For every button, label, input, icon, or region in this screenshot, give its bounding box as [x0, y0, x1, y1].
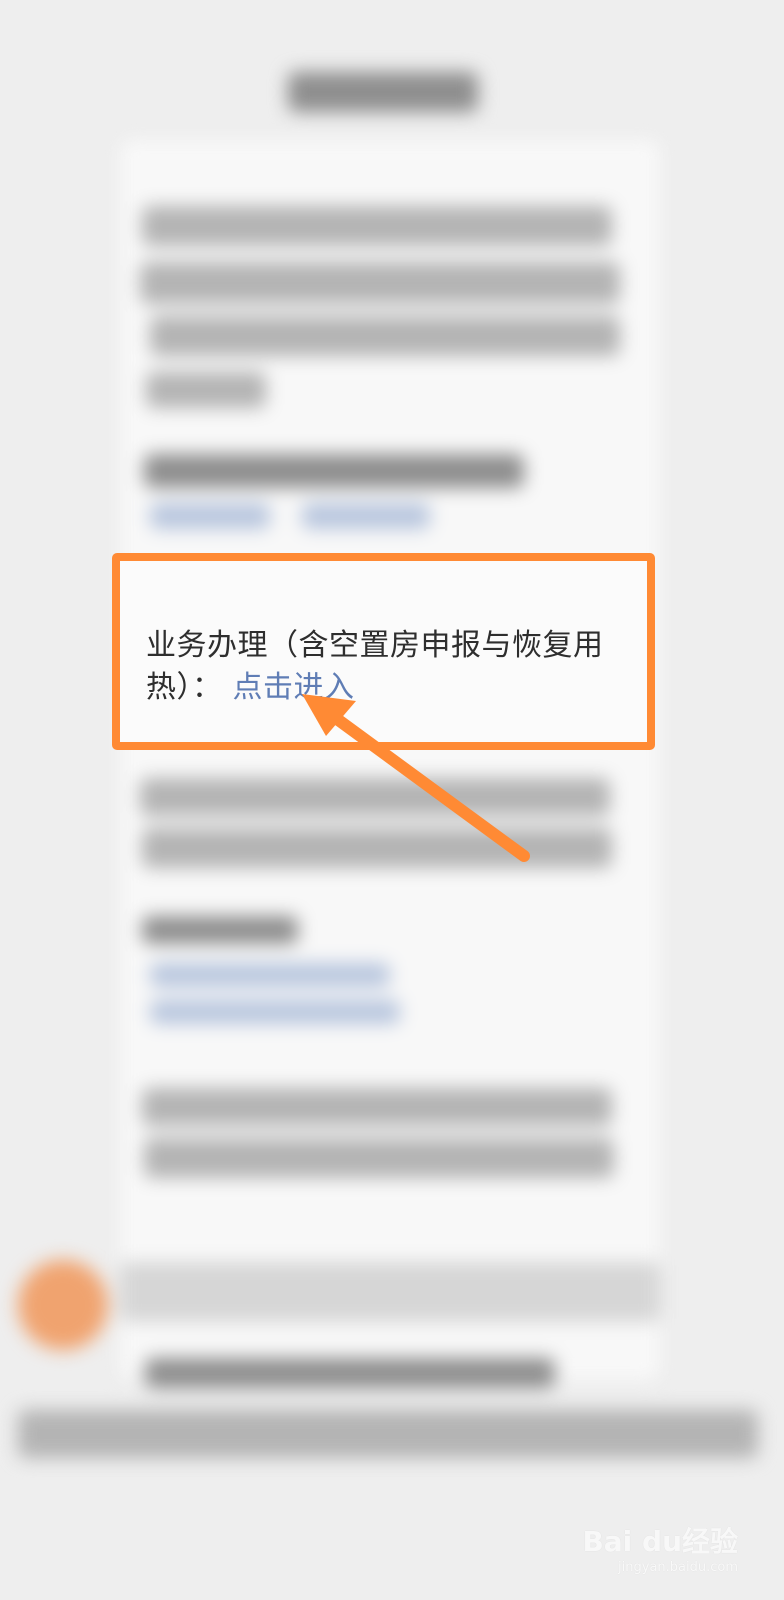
blur-link: [150, 503, 270, 529]
nav-title-blur: [288, 72, 478, 112]
watermark-sub: jingyan.baidu.com: [618, 1560, 738, 1575]
blur-line: [140, 262, 620, 304]
blur-line: [142, 828, 612, 868]
enter-link[interactable]: 点击进入: [233, 670, 355, 705]
screen: 业务办理（含空置房申报与恢复用热）： 点击进入 Bai du经验 jingyan…: [0, 0, 784, 1600]
blur-bar: [120, 1262, 660, 1322]
service-text-prefix: 业务办理（含空置房申报与恢复用热）：: [146, 628, 604, 705]
blur-line: [150, 316, 620, 356]
blur-link: [150, 963, 390, 987]
blur-line: [145, 1358, 555, 1388]
blur-link: [302, 503, 430, 529]
blur-line: [142, 206, 612, 246]
blur-line: [142, 1088, 612, 1126]
baidu-watermark: Bai du经验 jingyan.baidu.com: [582, 1526, 738, 1576]
blur-line: [146, 372, 266, 408]
blur-bottom-bar: [18, 1410, 758, 1458]
blur-line: [140, 778, 610, 816]
service-entry-text: 业务办理（含空置房申报与恢复用热）： 点击进入: [146, 625, 646, 709]
blur-line: [144, 1138, 614, 1178]
floating-button-blur: [18, 1260, 108, 1350]
watermark-main: Bai du经验: [582, 1525, 738, 1558]
blur-link: [150, 1000, 400, 1024]
blur-heading: [144, 454, 524, 488]
blur-heading: [142, 916, 298, 944]
blurred-background: [0, 0, 784, 1600]
